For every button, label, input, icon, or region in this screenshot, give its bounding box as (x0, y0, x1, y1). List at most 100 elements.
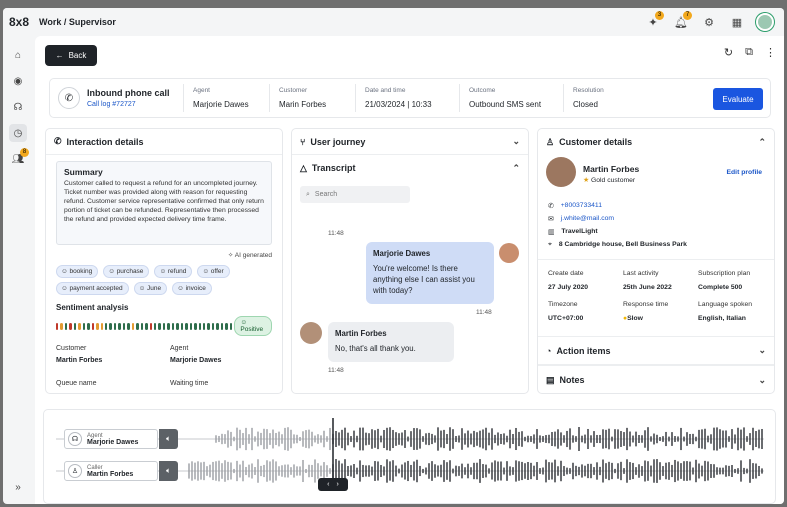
back-label: Back (68, 51, 87, 60)
users-icon[interactable]: 👥︎ 8 (9, 148, 29, 168)
tag[interactable]: ☺ invoice (172, 282, 212, 295)
journey-icon: ⑂ (300, 136, 306, 147)
sentiment-segment (140, 322, 144, 330)
customer-header[interactable]: ♙ Customer details ⌃ (538, 129, 774, 155)
call-log-link[interactable]: Call log #72727 (87, 101, 183, 108)
sentiment-segment (82, 322, 86, 330)
sentiment-segment (198, 322, 201, 330)
sentiment-segment (118, 322, 121, 330)
sentiment-segment (131, 322, 135, 330)
customer-avatar (300, 322, 322, 344)
search-icon: ⌕ (306, 190, 310, 198)
sentiment-segment (64, 322, 68, 330)
sentiment-bar: ☺ Positive (46, 312, 282, 336)
sentiment-segment (176, 322, 179, 330)
history-icon[interactable]: ◷ (9, 124, 27, 142)
notif-badge: 7 (683, 11, 692, 20)
customer-tier: ★ Gold customer (583, 177, 636, 184)
evaluate-button[interactable]: Evaluate (713, 88, 763, 110)
external-link-icon[interactable]: ⧉ (745, 46, 753, 59)
sentiment-segment (211, 322, 215, 330)
grid-apps-icon[interactable]: ▦ (728, 13, 746, 31)
sentiment-segment (225, 322, 228, 330)
waveform[interactable] (44, 410, 777, 504)
back-button[interactable]: ← Back (45, 45, 97, 66)
sentiment-segment (171, 322, 175, 330)
sentiment-segment (145, 322, 148, 330)
transcript-header[interactable]: △ Transcript ⌃ (292, 155, 528, 181)
outcome-field: Outcome Outbound SMS sent (459, 84, 563, 112)
notes-header[interactable]: ▤ Notes ⌄ (538, 365, 774, 393)
bell-icon[interactable]: 🔔︎ 7 (672, 11, 692, 31)
notif-badge: 3 (655, 11, 664, 20)
search-placeholder: Search (314, 191, 338, 198)
last-activity-stat: Last activity 25th June 2022 (623, 270, 672, 291)
transcript-icon: △ (300, 162, 307, 173)
caller-volume-button[interactable]: 🔈︎ (159, 461, 178, 481)
user-journey-header[interactable]: ⑂ User journey ⌄ (292, 129, 528, 155)
sentiment-segment (167, 322, 170, 330)
sentiment-title: Sentiment analysis (56, 303, 129, 312)
summary-title: Summary (64, 167, 103, 177)
customer-kv: Customer Martin Forbes (56, 345, 103, 364)
tag[interactable]: ☺ purchase (103, 265, 150, 278)
tag[interactable]: ☺ June (133, 282, 168, 295)
expand-icon[interactable]: » (9, 478, 27, 496)
message-time: 11:48 (328, 367, 344, 374)
sentiment-segment (56, 322, 59, 330)
language-stat: Language spoken English, Italian (698, 301, 753, 322)
sentiment-segment (189, 322, 193, 330)
headset-icon[interactable]: ☊ (9, 98, 27, 116)
eye-icon[interactable]: ◉ (9, 72, 27, 90)
tag[interactable]: ☺ payment accepted (56, 282, 129, 295)
datetime-field: Date and time 21/03/2024 | 10:33 (355, 84, 459, 112)
tag[interactable]: ☺ offer (197, 265, 230, 278)
customer-phone[interactable]: +8003733411 (561, 202, 602, 209)
more-vertical-icon[interactable]: ⋮ (765, 46, 776, 59)
audio-waveform-panel: ☊ Agent Marjorie Dawes 🔈︎ ♙ Caller Martin … (43, 409, 776, 504)
action-items-header[interactable]: ◔ Action items ⌄ (538, 336, 774, 365)
brand-logo: 8x8 (9, 15, 30, 29)
refresh-icon[interactable]: ↻ (724, 46, 733, 59)
response-time-stat: Response time ●Slow (623, 301, 669, 322)
agent-volume-button[interactable]: 🔈︎ (159, 429, 178, 449)
transcript-search[interactable]: ⌕ Search (300, 186, 410, 203)
tag[interactable]: ☺ refund (154, 265, 193, 278)
check-circle-icon: ◔ (546, 345, 552, 356)
customer-message: Martin Forbes No, that's all thank you. (328, 322, 454, 362)
customer-email[interactable]: j.white@mail.com (561, 215, 614, 222)
agent-message: Marjorie Dawes You're welcome! Is there … (366, 242, 494, 304)
sentiment-segment (113, 322, 117, 330)
edit-profile-link[interactable]: Edit profile (727, 169, 763, 176)
tag[interactable]: ☺ booking (56, 265, 99, 278)
sparkle-icon[interactable]: ✦ 3 (644, 11, 664, 31)
summary-body: Customer called to request a refund for … (64, 180, 264, 223)
call-type: Inbound phone call (87, 88, 170, 98)
topic-tags: ☺ booking ☺ purchase ☺ refund ☺ offer ☺ … (46, 259, 276, 295)
page-title: Work / Supervisor (39, 17, 116, 27)
phone-incoming-icon: ✆ (58, 87, 80, 109)
sentiment-segment (109, 322, 112, 330)
agent-field: Agent Marjorie Dawes (183, 84, 269, 112)
sentiment-segment (78, 322, 81, 330)
agent-kv: Agent Marjorie Dawes (170, 345, 222, 364)
customer-photo (546, 157, 576, 187)
user-icon: ♙ (546, 136, 555, 147)
customer-name: Martin Forbes (583, 164, 640, 174)
user-avatar[interactable] (756, 13, 774, 31)
email-row: ✉ j.white@mail.com (538, 212, 774, 225)
playhead-nav[interactable]: ‹ › (318, 478, 348, 491)
sentiment-segment (96, 322, 99, 330)
chevron-up-icon: ⌃ (512, 162, 520, 173)
agent-track-label: ☊ Agent Marjorie Dawes (64, 429, 158, 449)
building-icon: ▥ (548, 228, 555, 236)
agent-avatar (499, 243, 519, 263)
sentiment-badge: ☺ Positive (234, 316, 272, 336)
chevron-up-icon: ⌃ (758, 136, 766, 147)
gear-icon[interactable]: ⚙ (700, 13, 718, 31)
sentiment-segment (158, 322, 161, 330)
home-icon[interactable]: ⌂ (9, 46, 27, 64)
person-icon: ♙ (68, 464, 82, 478)
timezone-stat: Timezone UTC+07:00 (548, 301, 584, 322)
sentiment-segment (202, 322, 206, 330)
